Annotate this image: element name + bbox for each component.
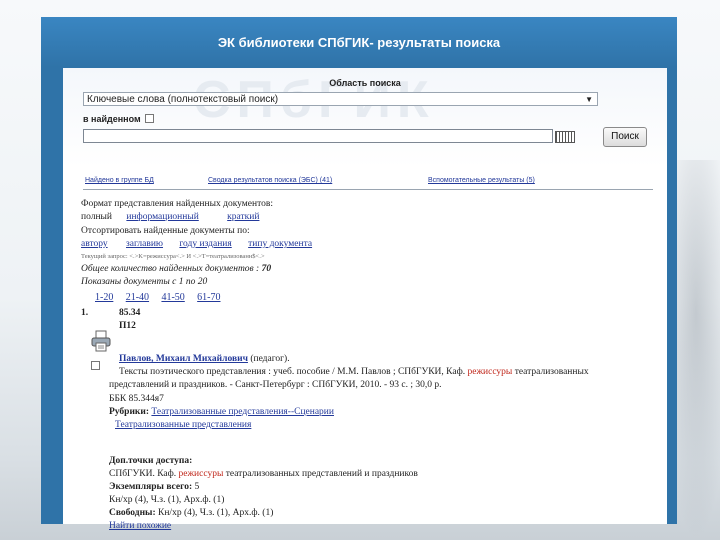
- page-link[interactable]: 1-20: [95, 292, 113, 303]
- search-scope-value: Ключевые слова (полнотекстовый поиск): [87, 94, 279, 105]
- in-found-checkbox[interactable]: [145, 114, 155, 123]
- rubric-link[interactable]: Театрализованные представления: [115, 420, 251, 430]
- tab-summary-ebs[interactable]: Сводка результатов поиска (ЭБС) (41): [208, 177, 332, 184]
- copies-detail: Кн/хр (4), Ч.з. (1), Арх.ф. (1): [109, 495, 225, 505]
- record-author-link[interactable]: Павлов, Михаил Михайлович: [119, 354, 248, 364]
- access-label: Доп.точки доступа:: [109, 456, 193, 466]
- copies-label: Экземпляры всего:: [109, 482, 193, 492]
- sort-title-link[interactable]: заглавию: [126, 239, 163, 249]
- pagination: 1-20 21-40 41-50 61-70: [95, 292, 231, 303]
- dropdown-arrow-icon: ▼: [585, 95, 593, 104]
- copies-free: Свободны: Кн/хр (4), Ч.з. (1), Арх.ф. (1…: [109, 508, 273, 518]
- tabs-divider: [83, 189, 653, 190]
- total-count: Общее количество найденных документов : …: [81, 264, 271, 274]
- in-found-option: в найденном: [83, 114, 155, 124]
- tab-auxiliary[interactable]: Вспомогательные результаты (5): [428, 177, 535, 184]
- query-string: Текущий запрос: <.>K=режиссура<.> И <.>T…: [81, 253, 265, 260]
- record-code-author: П12: [119, 321, 136, 331]
- rubrics-label: Рубрики:: [109, 407, 150, 417]
- access-part1: СПбГУКИ. Каф.: [109, 469, 177, 479]
- format-label: Формат представления найденных документо…: [81, 199, 274, 209]
- record-rubrics: Рубрики: Театрализованные представления-…: [109, 407, 334, 417]
- search-scope-select[interactable]: Ключевые слова (полнотекстовый поиск) ▼: [83, 92, 598, 106]
- format-options: полный информационный краткий: [81, 212, 259, 222]
- find-similar: Найти похожие: [109, 521, 171, 531]
- format-current: полный: [81, 212, 113, 222]
- virtual-keyboard-icon[interactable]: [555, 131, 575, 143]
- search-area: СПбГИК Область поиска Ключевые слова (по…: [63, 68, 667, 167]
- access-highlight: режиссуры: [178, 469, 224, 479]
- sort-options: автору заглавию году издания типу докуме…: [81, 239, 312, 249]
- copies-total: Экземпляры всего: 5: [109, 482, 199, 492]
- page-link[interactable]: 61-70: [197, 292, 220, 303]
- in-found-label: в найденном: [83, 114, 141, 124]
- format-brief-link[interactable]: краткий: [227, 212, 259, 222]
- sort-year-link[interactable]: году издания: [179, 239, 231, 249]
- browser-frame: ЭК библиотеки СПбГИК- результаты поиска …: [41, 17, 677, 531]
- page-title: ЭК библиотеки СПбГИК- результаты поиска: [41, 17, 677, 67]
- record-highlight: режиссуры: [467, 367, 513, 377]
- result-tabs: Найдено в группе БД Сводка результатов п…: [83, 174, 653, 188]
- search-area-label: Область поиска: [329, 78, 401, 88]
- page-link[interactable]: 41-50: [161, 292, 184, 303]
- record-desc-part1: Тексты поэтического представления : учеб…: [119, 367, 466, 377]
- record-desc-line2: представлений и праздников. - Санкт-Пете…: [109, 380, 442, 390]
- total-label: Общее количество найденных документов :: [81, 264, 260, 274]
- free-detail: Кн/хр (4), Ч.з. (1), Арх.ф. (1): [158, 508, 274, 518]
- printer-icon[interactable]: [91, 330, 111, 352]
- search-input[interactable]: [83, 129, 553, 143]
- record-number: 1.: [81, 308, 89, 318]
- search-button[interactable]: Поиск: [603, 127, 647, 147]
- record-description: Тексты поэтического представления : учеб…: [119, 367, 589, 377]
- tab-group-db[interactable]: Найдено в группе БД: [85, 177, 154, 184]
- sort-author-link[interactable]: автору: [81, 239, 108, 249]
- page-link[interactable]: 21-40: [126, 292, 149, 303]
- rubric-link[interactable]: Театрализованные представления--Сценарии: [151, 407, 334, 417]
- find-similar-link[interactable]: Найти похожие: [109, 521, 171, 531]
- sort-type-link[interactable]: типу документа: [248, 239, 312, 249]
- record-bbk: ББК 85.344я7: [109, 394, 164, 404]
- format-informational-link[interactable]: информационный: [126, 212, 198, 222]
- copies-value: 5: [194, 482, 200, 492]
- content-panel: СПбГИК Область поиска Ключевые слова (по…: [63, 68, 667, 531]
- record-author-role: (педагог).: [250, 354, 290, 364]
- total-value: 70: [261, 264, 272, 274]
- access-points: СПбГУКИ. Каф. режиссуры театрализованных…: [109, 469, 418, 479]
- sort-label: Отсортировать найденные документы по:: [81, 226, 250, 236]
- record-rubric2: Театрализованные представления: [115, 420, 251, 430]
- record-select-checkbox[interactable]: [91, 361, 100, 370]
- record-desc-part2: театрализованных: [514, 367, 589, 377]
- shown-range: Показаны документы с 1 по 20: [81, 277, 208, 287]
- free-label: Свободны:: [109, 508, 156, 518]
- record-code-class: 85.34: [119, 308, 141, 318]
- record-author-line: Павлов, Михаил Михайлович (педагог).: [119, 354, 290, 364]
- access-part2: театрализованных представлений и праздни…: [225, 469, 418, 479]
